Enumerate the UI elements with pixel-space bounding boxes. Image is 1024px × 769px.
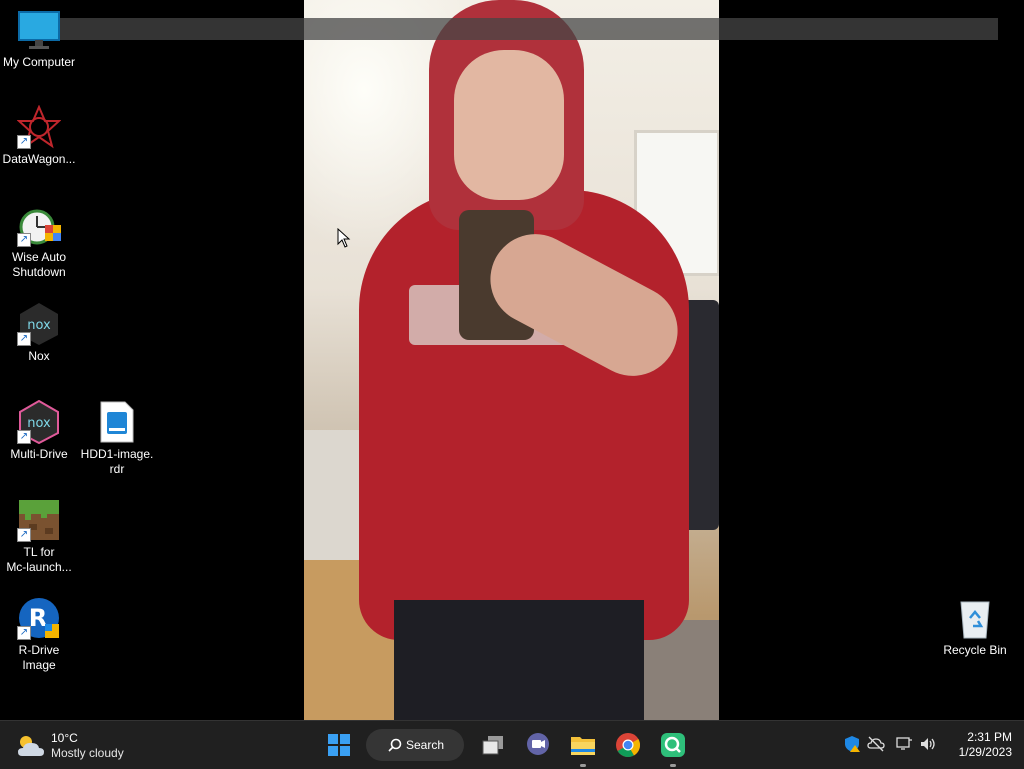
shortcut-arrow-icon: ↗	[17, 626, 31, 640]
network-icon[interactable]	[895, 735, 913, 753]
nox-icon: nox ↗	[17, 302, 61, 346]
recycle-bin-icon	[953, 596, 997, 640]
search-icon	[388, 738, 402, 752]
taskbar-task-view[interactable]	[477, 729, 509, 761]
clock-date: 1/29/2023	[958, 745, 1012, 759]
shortcut-arrow-icon: ↗	[17, 528, 31, 542]
desktop-icon-label: R-Drive Image	[18, 643, 60, 672]
svg-text:R: R	[29, 604, 47, 632]
mouse-cursor-icon	[337, 228, 351, 248]
magnifier-app-icon	[661, 733, 685, 757]
nox-multidrive-icon: nox ↗	[17, 399, 61, 445]
hdd-image-file-icon	[95, 400, 139, 444]
weather-temperature: 10°C	[51, 731, 78, 745]
security-shield-icon[interactable]	[843, 735, 861, 753]
wise-auto-shutdown-icon: ↗	[17, 203, 61, 247]
desktop-icon-my-computer[interactable]: My Computer	[0, 8, 78, 70]
search-label: Search	[406, 738, 445, 752]
start-button[interactable]	[323, 729, 355, 761]
task-view-icon	[482, 736, 503, 755]
windows-start-icon	[328, 734, 350, 756]
taskbar-magnifier-app[interactable]	[657, 729, 689, 761]
shortcut-arrow-icon: ↗	[17, 430, 31, 444]
semi-transparent-overlay-bar	[60, 18, 998, 40]
minecraft-launcher-icon: ↗	[17, 498, 61, 542]
shortcut-arrow-icon: ↗	[17, 332, 31, 346]
taskbar-file-explorer[interactable]	[567, 729, 599, 761]
teams-chat-icon	[527, 733, 549, 755]
desktop-icon-label: HDD1-image. rdr	[80, 447, 154, 476]
desktop-icon-multi-drive[interactable]: nox ↗ Multi-Drive	[0, 399, 78, 462]
taskbar-chrome[interactable]	[612, 729, 644, 761]
datawagon-icon: ↗	[16, 104, 62, 149]
file-explorer-icon	[571, 737, 595, 755]
desktop-icon-label: Nox	[28, 349, 50, 363]
desktop-icon-label: TL for Mc-launch...	[6, 545, 72, 574]
desktop-icon-label: My Computer	[2, 55, 76, 69]
svg-text:nox: nox	[27, 318, 51, 333]
desktop-icon-r-drive-image[interactable]: R ↗ R-Drive Image	[0, 596, 78, 673]
weather-condition: Mostly cloudy	[51, 746, 124, 760]
desktop-icon-wise-auto-shutdown[interactable]: ↗ Wise Auto Shutdown	[0, 203, 78, 280]
running-indicator	[670, 764, 676, 767]
onedrive-icon[interactable]	[867, 735, 885, 753]
desktop-wallpaper	[304, 0, 719, 720]
desktop-icon-label: Wise Auto Shutdown	[11, 250, 67, 279]
desktop-icon-tl-mc-launcher[interactable]: ↗ TL for Mc-launch...	[0, 498, 78, 575]
desktop-icon-nox[interactable]: nox ↗ Nox	[0, 302, 78, 364]
desktop-icon-recycle-bin[interactable]: Recycle Bin	[936, 596, 1014, 658]
search-button[interactable]: Search	[366, 729, 464, 761]
desktop-icon-label: DataWagon...	[2, 152, 76, 166]
taskbar-clock[interactable]: 2:31 PM 1/29/2023	[944, 730, 1012, 760]
volume-icon[interactable]	[919, 735, 937, 753]
desktop-icon-label: Multi-Drive	[10, 447, 68, 461]
desktop-icon-label: Recycle Bin	[943, 643, 1007, 657]
desktop-icon-datawagon[interactable]: ↗ DataWagon...	[0, 104, 78, 167]
my-computer-icon	[17, 8, 61, 52]
desktop-icon-hdd1-image[interactable]: HDD1-image. rdr	[78, 400, 156, 477]
partly-cloudy-icon	[18, 736, 44, 756]
shortcut-arrow-icon: ↗	[17, 233, 31, 247]
shortcut-arrow-icon: ↗	[17, 135, 31, 149]
svg-text:nox: nox	[27, 416, 51, 431]
r-drive-image-icon: R ↗	[17, 596, 61, 640]
taskbar: 10°C Mostly cloudy Search 2:31 PM 1/29/2…	[0, 720, 1024, 769]
chrome-icon	[616, 733, 641, 758]
running-indicator	[580, 764, 586, 767]
clock-time: 2:31 PM	[967, 730, 1012, 744]
taskbar-chat[interactable]	[522, 729, 554, 761]
